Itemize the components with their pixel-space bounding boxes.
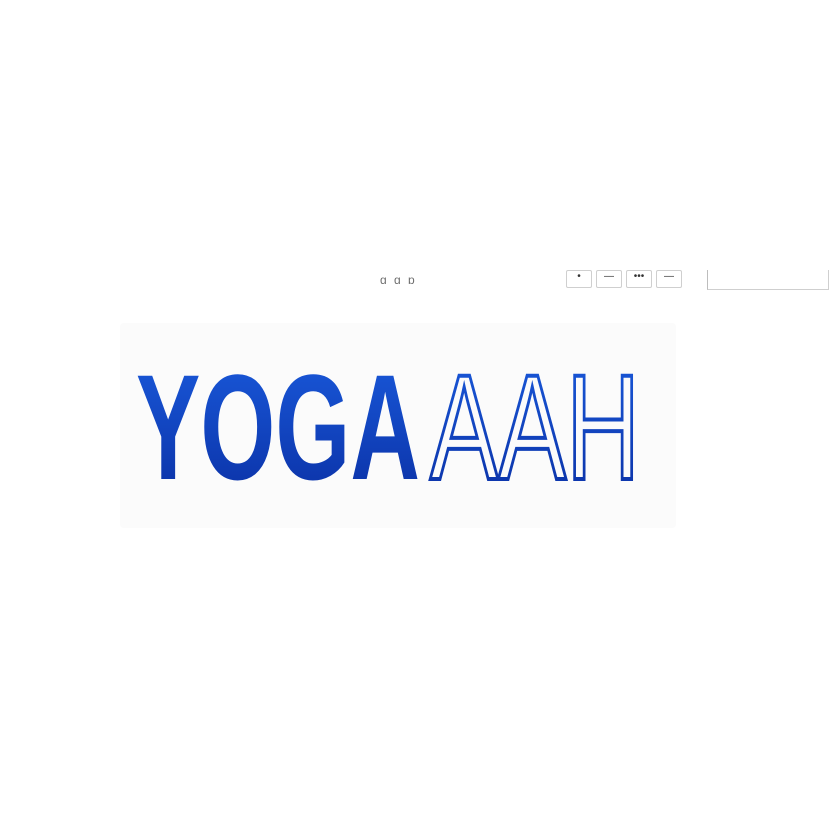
top-links: g g p xyxy=(380,268,550,284)
toolbar-icon-3: ••• xyxy=(633,271,645,282)
toolbar: • — ••• — xyxy=(566,270,682,290)
logo-text-bold: YOGA xyxy=(136,343,420,511)
logo-text-light: AAH xyxy=(430,343,640,511)
toolbar-button-4[interactable]: — xyxy=(656,270,682,288)
toolbar-button-2[interactable]: — xyxy=(596,270,622,288)
toolbar-button-1[interactable]: • xyxy=(566,270,592,288)
toolbar-icon-4: — xyxy=(664,271,674,282)
toolbar-button-3[interactable]: ••• xyxy=(626,270,652,288)
top-links-text: g g p xyxy=(380,273,417,284)
search-field[interactable] xyxy=(707,270,829,290)
logo-card: YOGA AAH xyxy=(120,323,676,528)
logo: YOGA AAH xyxy=(136,341,642,513)
toolbar-icon-2: — xyxy=(604,271,614,282)
page: g g p • — ••• — YOGA AAH xyxy=(0,0,829,829)
toolbar-icon-1: • xyxy=(577,271,581,282)
search-input[interactable] xyxy=(708,270,828,289)
